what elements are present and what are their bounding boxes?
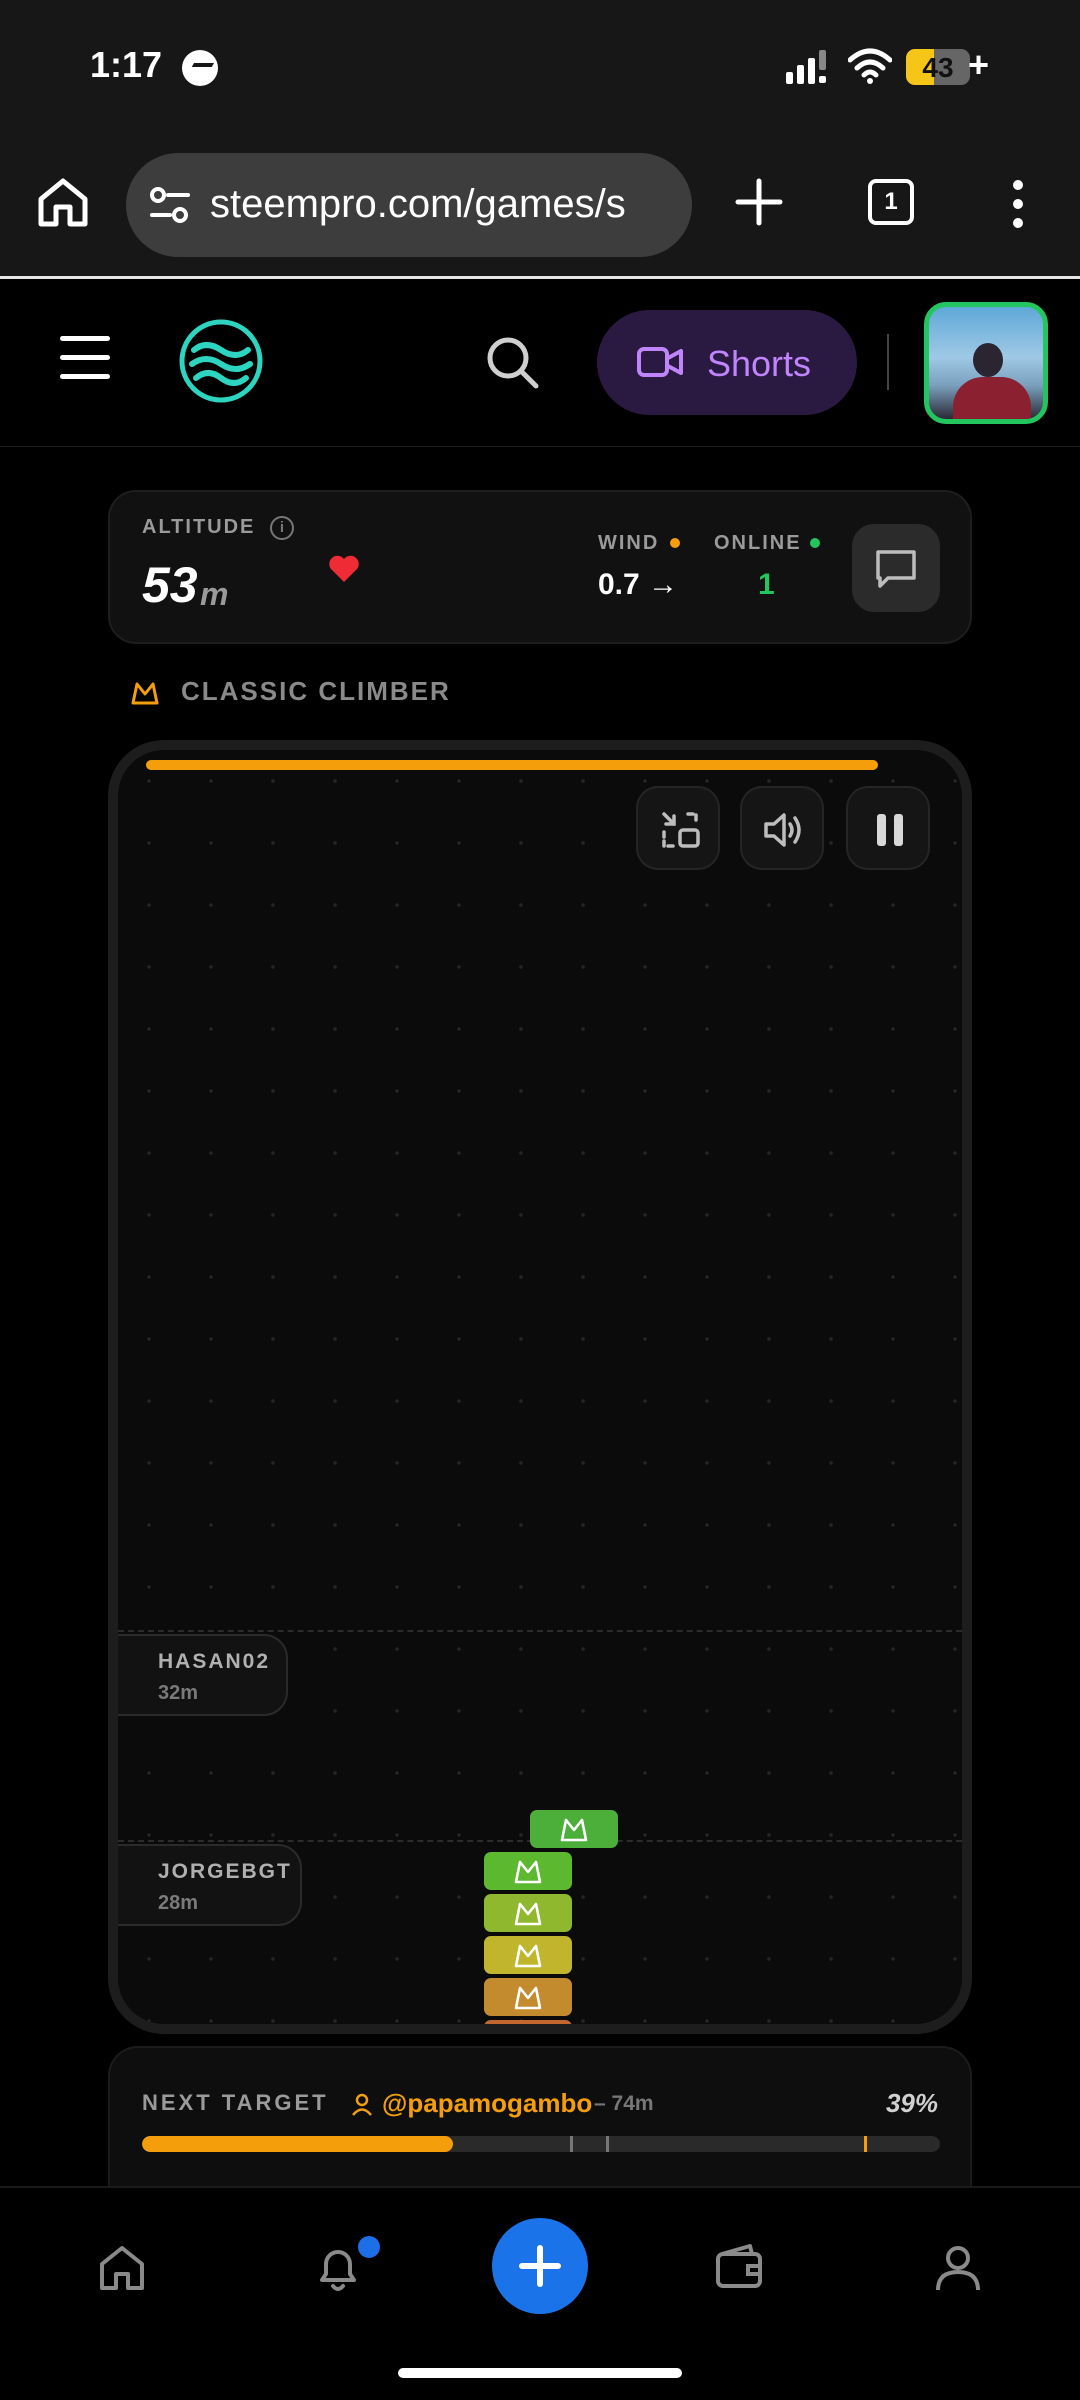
game-board[interactable]: HASAN02 32m JORGEBGT 28m xyxy=(108,740,972,2034)
notification-badge xyxy=(358,2236,380,2258)
mountain-icon xyxy=(514,1944,542,1968)
new-tab-icon[interactable] xyxy=(734,177,784,227)
stack-block xyxy=(484,1852,572,1890)
altitude-unit: m xyxy=(200,576,229,612)
volume-icon xyxy=(764,813,801,847)
bottom-navigation xyxy=(0,2186,1080,2400)
site-settings-icon[interactable] xyxy=(148,183,192,227)
mountain-icon xyxy=(514,1986,542,2010)
stats-card: ALTITUDE i 53 m WIND 0.7 → ONLINE 1 xyxy=(108,490,972,644)
wind-value: 0.7 → xyxy=(598,568,679,601)
stack-block xyxy=(484,1978,572,2016)
marker-name: HASAN02 xyxy=(158,1650,271,1673)
home-indicator[interactable] xyxy=(398,2368,682,2378)
home-icon[interactable] xyxy=(94,2240,150,2296)
pause-button[interactable] xyxy=(846,786,930,870)
address-bar[interactable]: steempro.com/games/s xyxy=(126,153,692,257)
search-icon[interactable] xyxy=(484,334,540,390)
online-status-dot xyxy=(810,538,820,548)
player-marker: HASAN02 32m xyxy=(118,1634,288,1716)
signal-icon xyxy=(786,50,826,84)
info-icon[interactable]: i xyxy=(270,516,294,540)
swap-icon xyxy=(662,812,700,848)
marker-distance: 28m xyxy=(158,1892,199,1914)
mountain-icon xyxy=(514,1902,542,1926)
battery-charging-indicator: + xyxy=(968,44,990,85)
browser-home-icon[interactable] xyxy=(36,175,90,229)
wifi-icon xyxy=(848,48,892,84)
app-logo[interactable] xyxy=(178,318,264,404)
altitude-value: 53 xyxy=(142,557,198,613)
menu-icon[interactable] xyxy=(60,336,110,380)
stack-block xyxy=(484,2020,572,2034)
progress-tick xyxy=(570,2136,573,2152)
browser-toolbar: steempro.com/games/s 1 xyxy=(0,135,1080,279)
avatar[interactable] xyxy=(924,302,1048,424)
plus-icon xyxy=(519,2245,561,2287)
stack-block xyxy=(484,1894,572,1932)
next-target-panel: NEXT TARGET @papamogambo – 74m 39% xyxy=(108,2046,972,2186)
target-percent: 39% xyxy=(885,2088,938,2118)
mountain-icon xyxy=(512,2024,544,2034)
progress-tick xyxy=(606,2136,609,2152)
shorts-button[interactable]: Shorts xyxy=(597,310,857,415)
target-distance: – 74m xyxy=(594,2092,654,2115)
battery-level: 43 xyxy=(922,52,954,83)
wind-status-dot xyxy=(670,538,680,548)
shorts-label: Shorts xyxy=(707,343,812,384)
chat-button[interactable] xyxy=(852,524,940,612)
mountain-icon xyxy=(560,1818,588,1842)
stack-block xyxy=(484,1936,572,1974)
sound-button[interactable] xyxy=(740,786,824,870)
heart-icon xyxy=(329,555,359,582)
mountain-icon xyxy=(514,1860,542,1884)
player-marker: JORGEBGT 28m xyxy=(118,1844,302,1926)
battery-icon: 43 xyxy=(906,49,970,85)
tab-switcher-button[interactable]: 1 xyxy=(868,179,914,225)
pause-icon xyxy=(877,814,903,846)
header-divider xyxy=(887,334,889,390)
status-bar: 1:17 43 + xyxy=(0,0,1080,135)
progress-tick xyxy=(864,2136,867,2152)
video-icon xyxy=(637,347,683,377)
create-post-button[interactable] xyxy=(492,2218,588,2314)
app-header: Shorts xyxy=(0,282,1080,447)
user-icon xyxy=(352,2093,372,2116)
target-progress-bar xyxy=(142,2136,940,2152)
altitude-label: ALTITUDE xyxy=(142,516,256,538)
marker-distance: 32m xyxy=(158,1682,199,1704)
wind-label: WIND xyxy=(598,532,660,554)
online-label: ONLINE xyxy=(714,532,802,554)
target-username[interactable]: @papamogambo xyxy=(382,2088,592,2119)
target-progress-fill xyxy=(142,2136,454,2152)
mountain-icon xyxy=(131,682,159,705)
next-target-label: NEXT TARGET xyxy=(142,2090,329,2115)
swap-view-button[interactable] xyxy=(636,786,720,870)
marker-name: JORGEBGT xyxy=(158,1860,292,1883)
wallet-icon[interactable] xyxy=(712,2240,768,2296)
messenger-icon xyxy=(182,50,218,86)
online-value: 1 xyxy=(758,568,775,601)
chat-icon xyxy=(876,550,916,588)
more-options-icon[interactable] xyxy=(1006,179,1030,229)
marker-line xyxy=(118,1630,962,1632)
stack-block xyxy=(530,1810,618,1848)
profile-icon[interactable] xyxy=(930,2240,986,2296)
game-progress-bar xyxy=(146,760,879,770)
status-time: 1:17 xyxy=(90,44,163,85)
url-text: steempro.com/games/s xyxy=(210,182,626,226)
game-mode-label: CLASSIC CLIMBER xyxy=(181,676,451,706)
